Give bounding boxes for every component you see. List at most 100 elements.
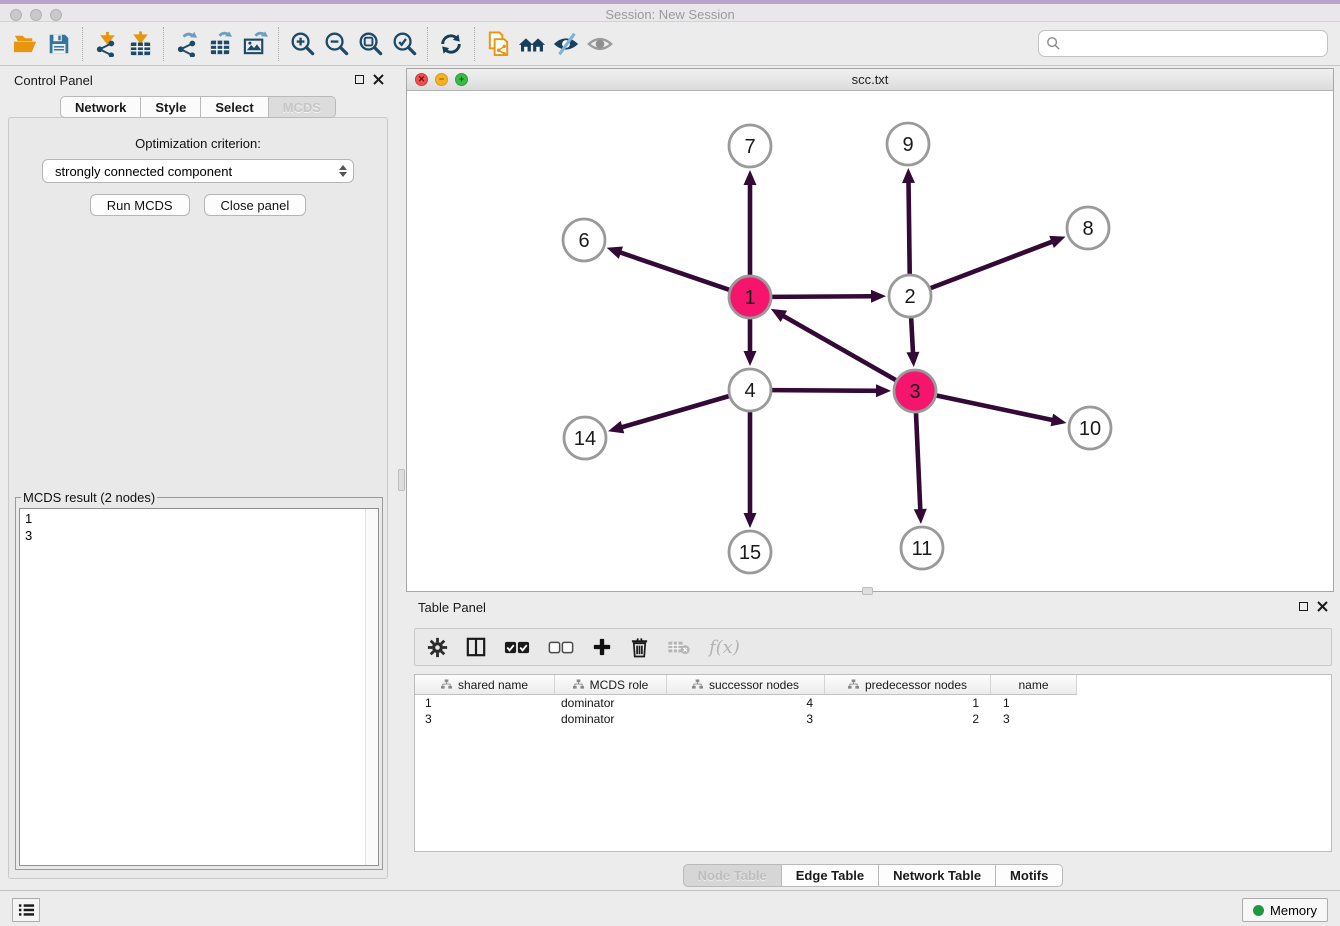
unselect-all-columns-button[interactable] — [548, 641, 574, 654]
export-network-button[interactable] — [170, 26, 204, 62]
tab-network-table[interactable]: Network Table — [879, 864, 996, 887]
close-panel-icon[interactable] — [373, 74, 384, 85]
column-header-name[interactable]: name — [991, 675, 1077, 695]
import-network-button[interactable] — [89, 26, 123, 62]
run-mcds-button[interactable]: Run MCDS — [90, 194, 190, 216]
graph-edge-2-9[interactable] — [902, 168, 915, 274]
graph-edge-3-1[interactable] — [771, 309, 896, 380]
graph-node-1[interactable]: 1 — [729, 276, 771, 318]
network-view-title: scc.txt — [407, 72, 1333, 87]
graph-edge-4-3[interactable] — [772, 384, 891, 397]
network-view-titlebar[interactable]: ✕ − + scc.txt — [407, 69, 1333, 91]
mcds-result-scrollbar[interactable] — [365, 509, 378, 865]
column-header-predecessor-nodes[interactable]: predecessor nodes — [825, 675, 991, 695]
column-header-shared-name[interactable]: shared name — [415, 675, 555, 695]
graph-node-8[interactable]: 8 — [1067, 207, 1109, 249]
svg-text:14: 14 — [574, 428, 596, 450]
delete-column-button[interactable] — [630, 637, 649, 658]
status-bar: Memory — [0, 890, 1340, 926]
graph-edge-4-15[interactable] — [744, 412, 757, 528]
svg-text:3: 3 — [909, 381, 920, 403]
zoom-fit-button[interactable] — [353, 26, 387, 62]
graph-node-7[interactable]: 7 — [729, 125, 771, 167]
show-all-button[interactable] — [583, 26, 617, 62]
graph-node-2[interactable]: 2 — [889, 275, 931, 317]
graph-node-6[interactable]: 6 — [563, 219, 605, 261]
tab-edge-table[interactable]: Edge Table — [782, 864, 879, 887]
table-settings-button[interactable] — [427, 637, 448, 658]
duplicate-network-button[interactable] — [481, 26, 515, 62]
zoom-out-button[interactable] — [319, 26, 353, 62]
graph-edge-1-7[interactable] — [744, 170, 757, 275]
graph-edge-2-8[interactable] — [931, 236, 1066, 288]
table-panel-title: Table Panel — [418, 600, 486, 615]
tab-style[interactable]: Style — [141, 96, 201, 118]
control-panel-title: Control Panel — [14, 73, 93, 88]
graph-edge-1-6[interactable] — [607, 247, 729, 290]
memory-status-icon — [1253, 905, 1264, 916]
column-header-MCDS-role[interactable]: MCDS role — [555, 675, 667, 695]
network-graph[interactable]: 1 2 3 4 6 7 8 9 10 11 14 15 — [407, 91, 1333, 591]
export-table-icon — [208, 30, 235, 57]
graph-edge-1-2[interactable] — [772, 290, 886, 303]
graph-edge-4-14[interactable] — [608, 396, 729, 433]
graph-node-4[interactable]: 4 — [729, 369, 771, 411]
show-panels-button[interactable] — [12, 898, 40, 922]
hide-selected-button[interactable] — [549, 26, 583, 62]
tab-node-table[interactable]: Node Table — [683, 864, 782, 887]
optimization-criterion-select[interactable]: strongly connected component — [42, 159, 354, 183]
zoom-selected-button[interactable] — [387, 26, 421, 62]
search-input[interactable] — [1061, 34, 1327, 54]
svg-text:15: 15 — [739, 542, 761, 564]
refresh-button[interactable] — [434, 26, 468, 62]
tab-select[interactable]: Select — [201, 96, 268, 118]
graph-edge-2-3[interactable] — [906, 318, 919, 367]
zoom-in-button[interactable] — [285, 26, 319, 62]
horizontal-splitter-grip[interactable] — [862, 587, 873, 595]
graph-edge-3-10[interactable] — [937, 396, 1067, 427]
graph-node-9[interactable]: 9 — [887, 123, 929, 165]
optimization-criterion-label: Optimization criterion: — [9, 136, 387, 151]
tab-mcds[interactable]: MCDS — [269, 96, 336, 118]
create-column-button[interactable] — [592, 637, 612, 657]
columns-icon — [466, 637, 486, 657]
graph-node-10[interactable]: 10 — [1069, 407, 1111, 449]
select-stepper-icon — [339, 165, 347, 177]
memory-button[interactable]: Memory — [1242, 898, 1328, 922]
graph-node-15[interactable]: 15 — [729, 531, 771, 573]
float-table-panel-icon[interactable] — [1299, 602, 1308, 611]
close-panel-button[interactable]: Close panel — [204, 194, 307, 216]
graph-node-14[interactable]: 14 — [564, 417, 606, 459]
node-table[interactable]: shared nameMCDS rolesuccessor nodesprede… — [414, 674, 1332, 852]
column-header-successor-nodes[interactable]: successor nodes — [667, 675, 825, 695]
save-session-button[interactable] — [42, 26, 76, 62]
delete-table-button[interactable] — [667, 639, 691, 655]
tab-network[interactable]: Network — [60, 96, 141, 118]
table-row[interactable]: 1dominator411 — [415, 695, 1331, 711]
vertical-splitter-grip[interactable] — [398, 469, 405, 491]
eye-slash-icon — [552, 30, 580, 58]
eye-icon — [586, 30, 614, 58]
float-panel-icon[interactable] — [355, 75, 364, 84]
export-image-button[interactable] — [238, 26, 272, 62]
close-table-panel-icon[interactable] — [1317, 601, 1328, 612]
import-table-button[interactable] — [123, 26, 157, 62]
table-cell: 1 — [415, 695, 555, 711]
graph-node-11[interactable]: 11 — [901, 527, 943, 569]
open-folder-icon — [12, 30, 39, 57]
function-builder-button[interactable]: f(x) — [709, 637, 740, 658]
main-toolbar — [0, 22, 1340, 66]
table-row[interactable]: 3dominator323 — [415, 711, 1331, 727]
open-session-button[interactable] — [8, 26, 42, 62]
graph-edge-1-4[interactable] — [744, 319, 757, 366]
graph-edge-3-11[interactable] — [914, 413, 927, 524]
mcds-result-textarea[interactable]: 1 3 — [19, 508, 379, 866]
table-cell: 1 — [825, 695, 991, 711]
select-all-columns-button[interactable] — [504, 641, 530, 654]
first-neighbors-button[interactable] — [515, 26, 549, 62]
show-column-button[interactable] — [466, 637, 486, 657]
tab-motifs[interactable]: Motifs — [996, 864, 1063, 887]
export-table-button[interactable] — [204, 26, 238, 62]
export-image-icon — [242, 30, 269, 57]
graph-node-3[interactable]: 3 — [894, 370, 936, 412]
